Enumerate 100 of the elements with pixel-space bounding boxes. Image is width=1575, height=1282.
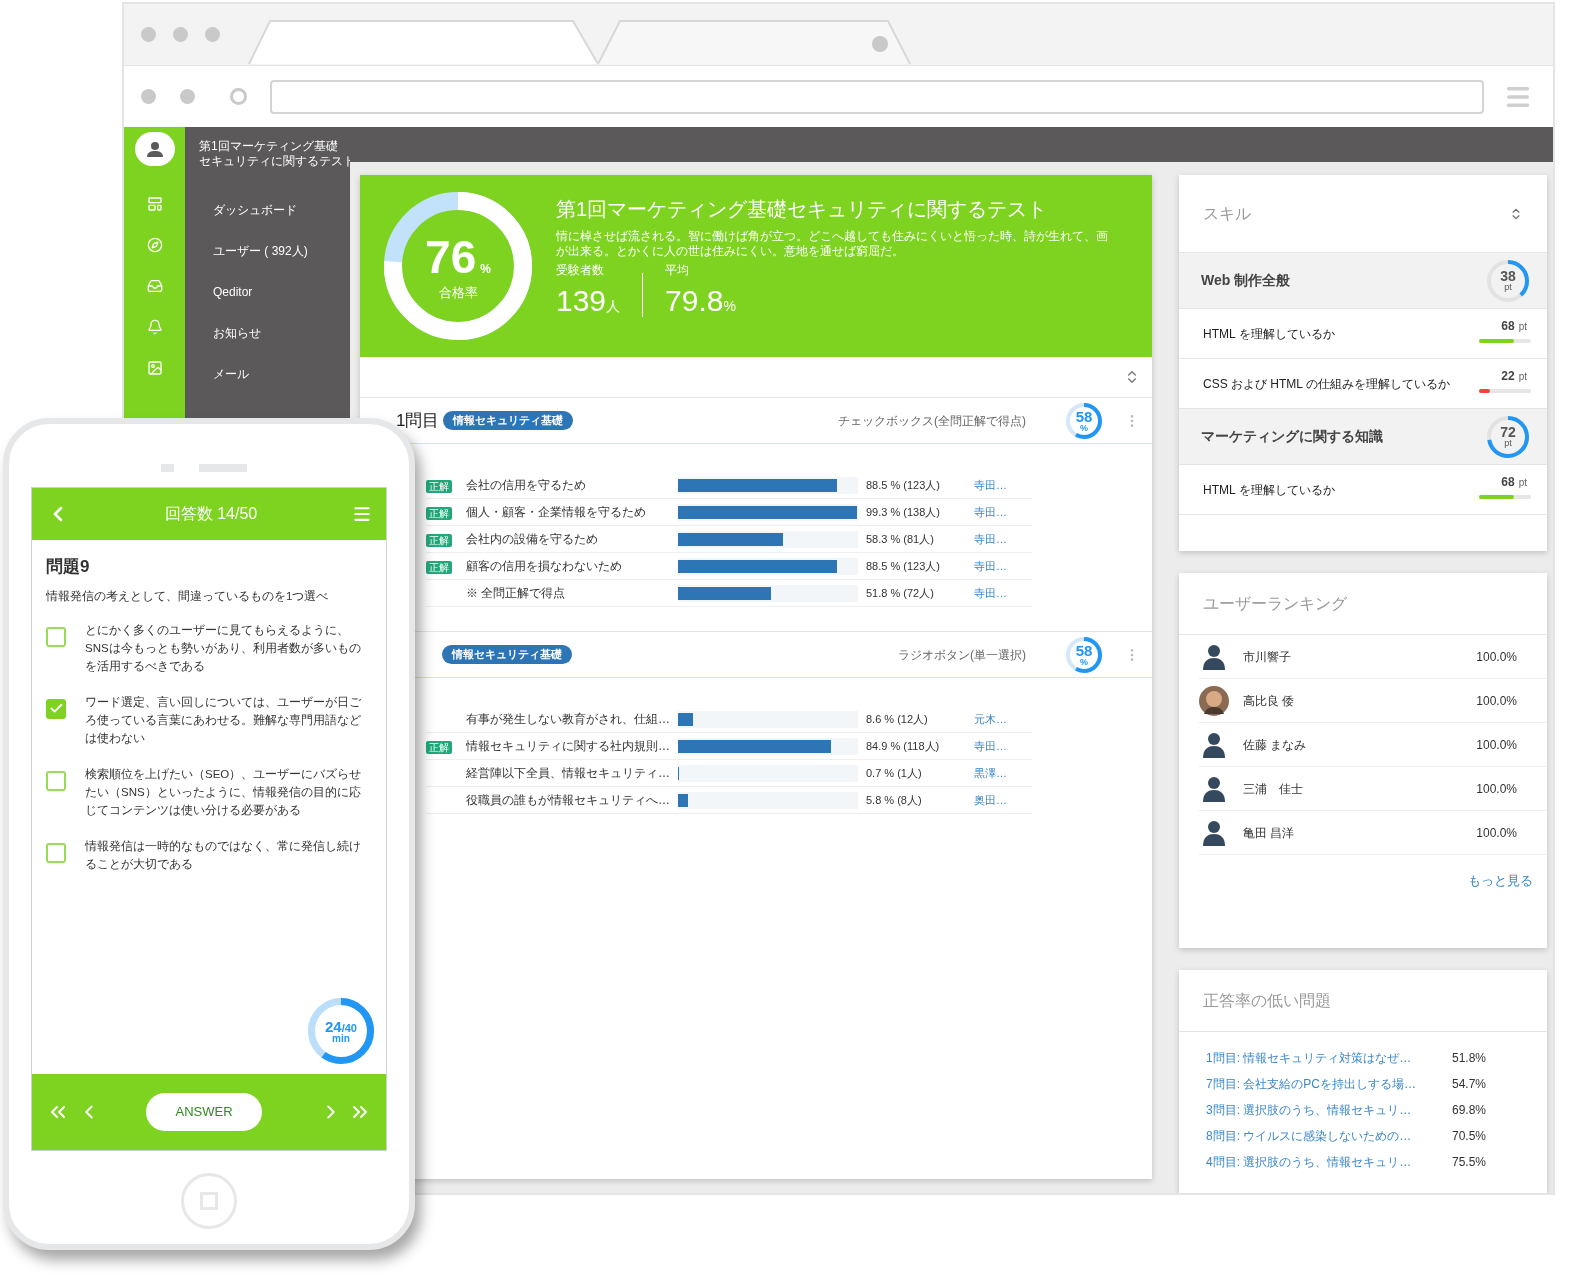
question-link[interactable]: 7問目: 会社支給のPCを持出しする場…	[1206, 1075, 1452, 1093]
image-icon[interactable]	[146, 360, 163, 376]
answer-label: 情報セキュリティに関する社内規則…	[466, 738, 671, 755]
sidebar-item[interactable]: お知らせ	[213, 325, 350, 341]
answer-button[interactable]: ANSWER	[146, 1093, 262, 1131]
user-link[interactable]: 寺田…	[974, 737, 1032, 755]
reload-icon[interactable]	[230, 88, 247, 105]
home-button[interactable]	[181, 1173, 237, 1229]
layout-icon[interactable]	[146, 196, 163, 212]
pass-rate-label: 合格率	[438, 285, 478, 299]
option-checkbox[interactable]	[46, 842, 66, 863]
skill-ring	[1487, 259, 1529, 302]
answer-reading: 51.8 % (72人)	[866, 585, 935, 601]
question-link[interactable]: 8問目: ウイルスに感染しないための…	[1206, 1127, 1452, 1145]
question-type: ラジオボタン(単一選択)	[898, 646, 1026, 664]
test-title: 第1回マーケティング基礎	[199, 139, 339, 154]
user-link[interactable]: 黒澤…	[974, 764, 1032, 782]
skill-group: マーケティングに関する知識	[1201, 426, 1383, 447]
answer-reading: 0.7 % (1人)	[866, 765, 923, 781]
option-text: 検索順位を上げたい（SEO）、ユーザーにバズらせたい（SNS）といったように、情報発信の目的に応じてコンテンツは使い分ける必要がある	[85, 766, 363, 818]
score-unit: %	[1080, 657, 1088, 667]
question-title: 問題9	[46, 556, 91, 578]
sidebar-item[interactable]: Qeditor	[213, 284, 350, 300]
correct-badge: 正解	[426, 741, 452, 754]
user-name: 亀田 昌洋	[1243, 824, 1295, 842]
answer-label: ※ 全問正解で得点	[466, 585, 567, 602]
stat-label: 平均	[665, 262, 691, 279]
question-rate: 69.8%	[1452, 1102, 1487, 1119]
profile-avatar[interactable]	[134, 132, 175, 166]
user-rate: 100.0%	[1476, 736, 1517, 754]
answer-label: 有事が発生しない教育がされ、仕組…	[466, 711, 671, 728]
sidebar-item[interactable]: ユーザー ( 392人)	[213, 243, 350, 259]
answer-label: 顧客の信用を損なわないため	[466, 558, 623, 575]
card-title: スキル	[1203, 203, 1251, 224]
stat-value: 139	[556, 285, 607, 317]
score-value: 58	[1075, 642, 1093, 658]
skill-unit: pt	[1504, 439, 1512, 448]
correct-badge: 正解	[426, 507, 452, 520]
browser-tabs-drawing[interactable]	[248, 19, 913, 65]
bell-icon[interactable]	[146, 319, 163, 335]
option-text: ワード選定、言い回しについては、ユーザーが日ごろ使っている言葉にあわせる。難解な専門用語などは使わない	[85, 694, 362, 747]
skill-points: 22	[1501, 367, 1515, 385]
correct-badge: 正解	[426, 561, 452, 574]
user-link[interactable]: 奥田…	[974, 791, 1032, 809]
timer-total: /40	[341, 1022, 357, 1034]
user-link[interactable]: 元木…	[974, 710, 1032, 728]
category-tag: 情報セキュリティ基礎	[443, 411, 574, 430]
user-link[interactable]: 寺田…	[974, 584, 1032, 602]
user-rate: 100.0%	[1476, 780, 1517, 798]
skill-ring	[1487, 415, 1529, 458]
user-link[interactable]: 寺田…	[974, 557, 1032, 575]
timer-ring	[308, 998, 374, 1064]
user-name: 三浦 佳士	[1243, 780, 1303, 798]
card-title: ユーザーランキング	[1203, 593, 1347, 614]
question-prompt: 情報発信の考えとして、間違っているものを1つ選べ	[46, 588, 330, 604]
answer-reading: 58.3 % (81人)	[866, 531, 935, 547]
option-checkbox[interactable]	[46, 626, 66, 647]
test-description: 情に棹させば流される。智に働けば角が立つ。どこへ越しても住みにくいと悟った時、詩が生れて、画が出来る。とかくに人の世は住みにくい。意地を通せば窮屈だ。	[556, 229, 1109, 259]
answer-reading: 99.3 % (138人)	[866, 504, 941, 520]
option-checkbox[interactable]	[46, 698, 66, 719]
timer-unit: min	[332, 1033, 350, 1044]
question-rate: 54.7%	[1452, 1076, 1487, 1093]
stat-unit: %	[723, 297, 736, 316]
user-link[interactable]: 寺田…	[974, 476, 1032, 494]
menu-icon[interactable]	[352, 504, 372, 524]
user-link[interactable]: 寺田…	[974, 530, 1032, 548]
user-name: 市川響子	[1243, 648, 1291, 666]
answer-reading: 8.6 % (12人)	[866, 711, 929, 727]
answer-label: 会社内の設備を守るため	[466, 531, 599, 548]
question-link[interactable]: 4問目: 選択肢のうち、情報セキュリ…	[1206, 1153, 1452, 1171]
option-checkbox[interactable]	[46, 770, 66, 791]
timer-value: 24	[325, 1018, 342, 1034]
points-unit: pt	[1518, 369, 1527, 384]
inbox-icon[interactable]	[146, 278, 163, 294]
category-tag: 情報セキュリティ基礎	[442, 645, 572, 664]
skill-points: 68	[1501, 473, 1515, 491]
skill-score: 38	[1500, 269, 1516, 283]
answer-reading: 5.8 % (8人)	[866, 792, 923, 808]
answer-reading: 84.9 % (118人)	[866, 738, 941, 754]
option-text: 情報発信は一時的なものではなく、常に発信し続けることが大切である	[85, 838, 362, 872]
user-rate: 100.0%	[1476, 692, 1517, 710]
compass-icon[interactable]	[146, 237, 163, 253]
user-link[interactable]: 寺田…	[974, 503, 1032, 521]
address-field[interactable]	[270, 79, 1484, 114]
user-name: 高比良 倭	[1243, 692, 1295, 710]
question-rate: 75.5%	[1452, 1154, 1487, 1171]
answer-reading: 88.5 % (123人)	[866, 558, 941, 574]
user-rate: 100.0%	[1476, 648, 1517, 666]
skill-points: 68	[1501, 317, 1515, 335]
score-ring	[1066, 402, 1102, 439]
question-rate: 70.5%	[1452, 1128, 1487, 1145]
answer-label: 役職員の誰もが情報セキュリティへ…	[466, 792, 671, 809]
skill-group: Web 制作全般	[1201, 270, 1291, 291]
question-number: 1問目	[396, 409, 440, 432]
correct-badge: 正解	[426, 480, 452, 493]
sidebar-item[interactable]: メール	[213, 366, 350, 382]
sidebar-item[interactable]: ダッシュボード	[213, 202, 350, 218]
question-link[interactable]: 3問目: 選択肢のうち、情報セキュリ…	[1206, 1101, 1452, 1119]
question-link[interactable]: 1問目: 情報セキュリティ対策はなぜ…	[1206, 1049, 1452, 1067]
more-link[interactable]: もっと見る	[1468, 871, 1533, 891]
